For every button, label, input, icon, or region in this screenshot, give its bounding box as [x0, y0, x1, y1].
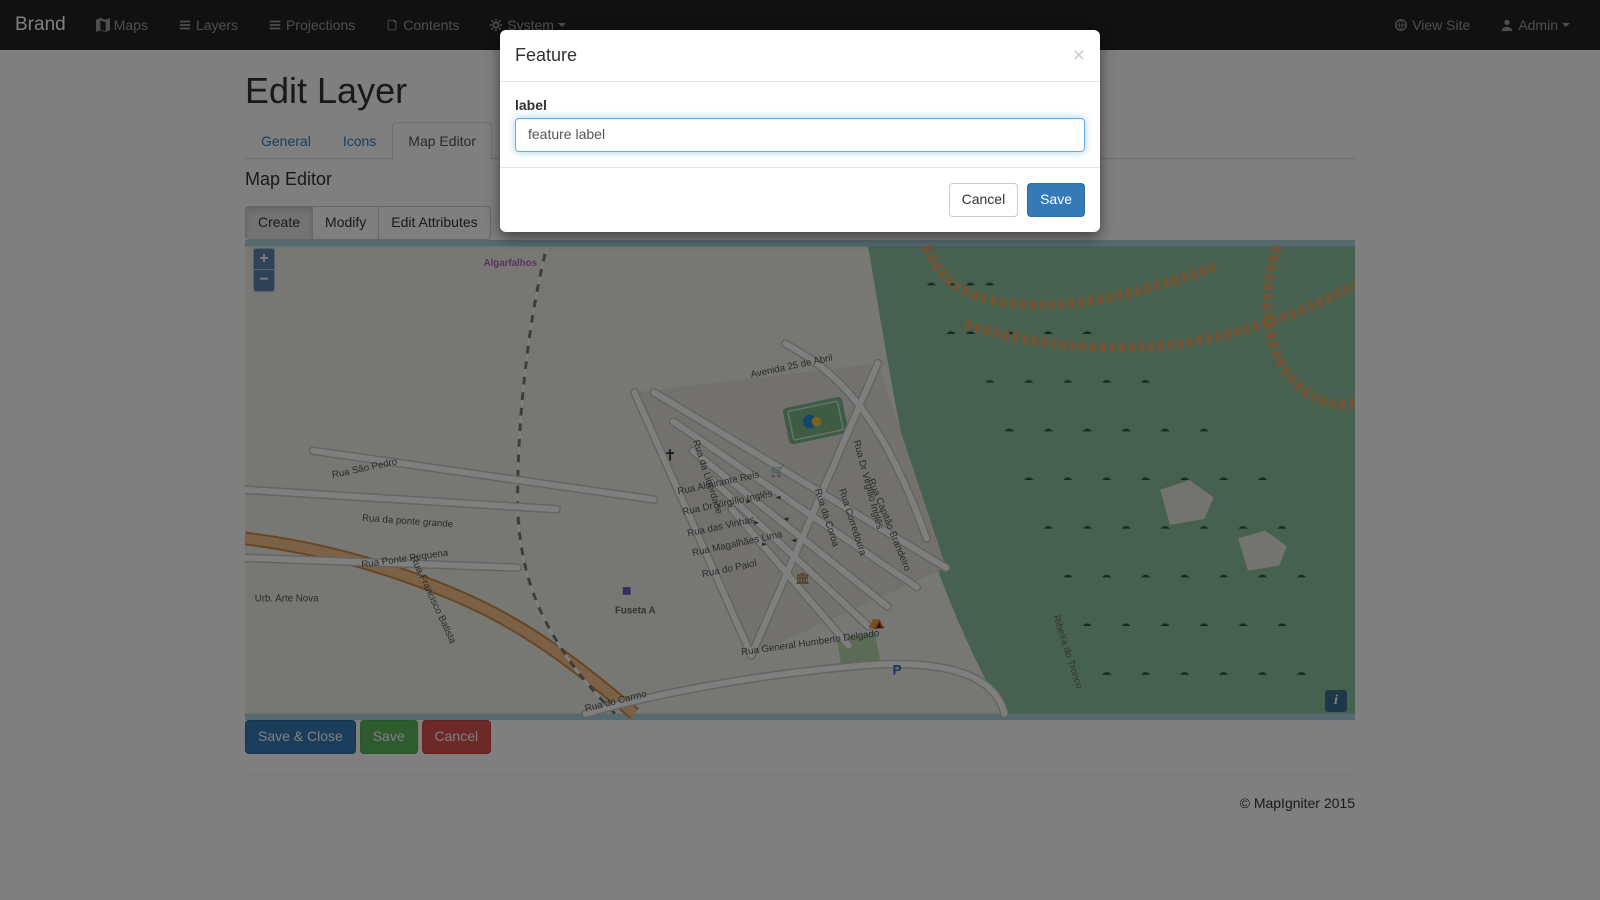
- label-input[interactable]: [515, 118, 1085, 152]
- modal-title: Feature: [515, 45, 577, 66]
- close-icon[interactable]: ×: [1073, 45, 1085, 66]
- modal-cancel-button[interactable]: Cancel: [949, 183, 1019, 217]
- modal-header: Feature ×: [500, 30, 1100, 82]
- modal-save-button[interactable]: Save: [1027, 183, 1085, 217]
- feature-modal: Feature × label Cancel Save: [500, 30, 1100, 232]
- modal-body: label: [500, 82, 1100, 167]
- field-label: label: [515, 97, 1085, 113]
- modal-footer: Cancel Save: [500, 167, 1100, 232]
